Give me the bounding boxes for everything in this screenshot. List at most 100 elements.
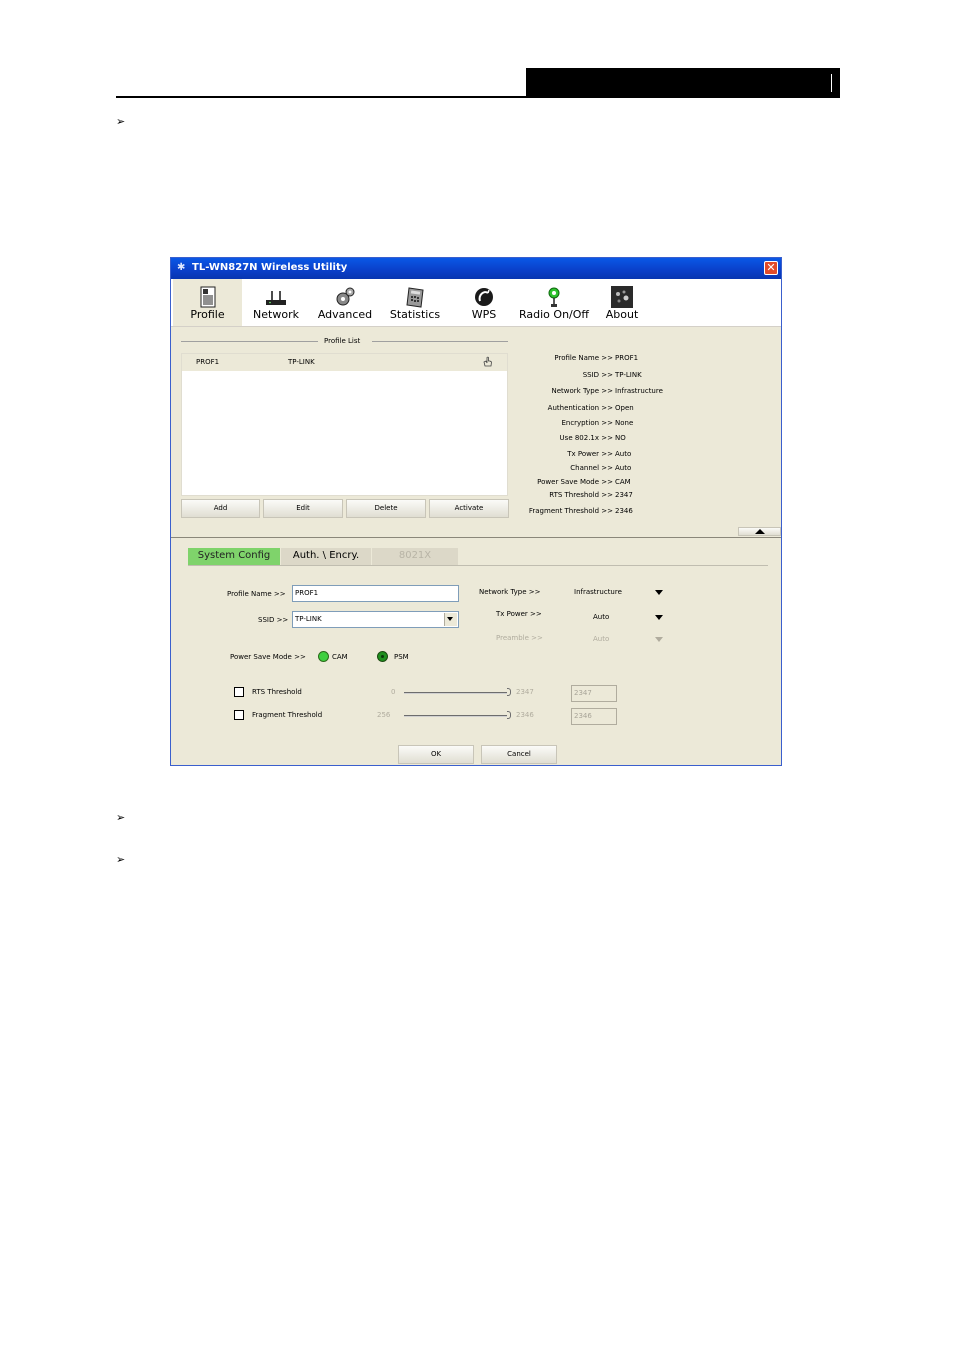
info-label: Use 802.1x >>	[559, 434, 613, 442]
ssid-combobox[interactable]: TP-LINK	[292, 611, 459, 628]
network-icon	[266, 291, 286, 305]
tab-underline	[188, 565, 768, 566]
cancel-button[interactable]: Cancel	[481, 745, 557, 764]
ssid-value: TP-LINK	[295, 615, 322, 623]
info-label: Network Type >>	[551, 387, 614, 395]
info-value: Auto	[615, 450, 632, 458]
fragment-max-label: 2346	[516, 711, 534, 719]
rts-max-label: 2347	[516, 688, 534, 696]
tx-power-label: Tx Power >>	[496, 610, 542, 618]
chevron-down-icon	[447, 617, 453, 621]
delete-button[interactable]: Delete	[346, 499, 426, 518]
chevron-down-icon[interactable]	[655, 615, 663, 620]
info-value: Infrastructure	[615, 387, 663, 395]
list-item[interactable]: PROF1 TP-LINK	[182, 354, 507, 371]
info-value: None	[615, 419, 634, 427]
network-type-label: Network Type >>	[479, 588, 541, 596]
rts-min-label: 0	[391, 688, 396, 696]
profile-list-heading: Profile List	[324, 337, 361, 345]
bullet-icon: ➢	[116, 115, 126, 128]
section-rule	[181, 341, 318, 342]
ssid-label: SSID >>	[258, 616, 289, 624]
advanced-icon	[336, 287, 355, 306]
cam-radio[interactable]	[318, 651, 329, 662]
tab-radio-on-off[interactable]: Radio On/Off	[513, 279, 595, 326]
rts-slider-thumb[interactable]	[507, 688, 511, 696]
tab-label: WPS	[471, 308, 497, 321]
add-button[interactable]: Add	[181, 499, 260, 518]
divider	[171, 537, 781, 538]
info-value: TP-LINK	[615, 371, 642, 379]
window-title: TL-WN827N Wireless Utility	[192, 262, 348, 273]
bullet-icon: ➢	[116, 853, 126, 866]
tab-about[interactable]: About	[595, 279, 649, 326]
activate-button[interactable]: Activate	[429, 499, 509, 518]
ssid-dropdown-button[interactable]	[444, 613, 457, 626]
fragment-min-label: 256	[377, 711, 391, 719]
chevron-down-icon[interactable]	[655, 590, 663, 595]
tab-profile[interactable]: Profile	[173, 279, 242, 326]
info-label: Fragment Threshold >>	[528, 507, 613, 515]
tab-wps[interactable]: WPS	[456, 279, 512, 326]
tab-label: Radio On/Off	[519, 308, 589, 321]
tab-label: About	[605, 308, 639, 321]
info-label: RTS Threshold >>	[549, 491, 613, 499]
app-icon: ✱	[177, 262, 186, 273]
tab-auth-encry[interactable]: Auth. \ Encry.	[281, 548, 371, 565]
close-button[interactable]: ✕	[764, 261, 778, 275]
radio-icon	[548, 287, 560, 307]
tab-advanced[interactable]: Advanced	[311, 279, 379, 326]
psm-radio[interactable]	[377, 651, 388, 662]
profile-name-field[interactable]: PROF1	[292, 585, 459, 602]
chevron-down-icon	[655, 637, 663, 642]
fragment-threshold-checkbox[interactable]	[234, 710, 244, 720]
section-rule	[372, 341, 508, 342]
power-save-mode-label: Power Save Mode >>	[230, 653, 306, 661]
rts-threshold-label: RTS Threshold	[252, 688, 302, 696]
ok-button[interactable]: OK	[398, 745, 474, 764]
info-value: Open	[615, 404, 634, 412]
tab-label: Profile	[190, 308, 225, 321]
header-bar-tick	[831, 74, 832, 92]
collapse-button[interactable]	[738, 527, 781, 536]
edit-button[interactable]: Edit	[263, 499, 343, 518]
tab-network[interactable]: Network	[243, 279, 309, 326]
tab-label: Advanced	[317, 308, 373, 321]
profile-ssid-cell: TP-LINK	[288, 358, 315, 366]
fragment-slider-track[interactable]	[404, 715, 507, 717]
triangle-up-icon	[755, 529, 765, 534]
tx-power-value[interactable]: Auto	[593, 613, 609, 622]
tab-label: Network	[253, 308, 299, 321]
title-bar: ✱ TL-WN827N Wireless Utility ✕	[171, 258, 781, 279]
active-hand-icon	[483, 356, 492, 367]
info-value: PROF1	[615, 354, 639, 362]
fragment-slider-thumb[interactable]	[507, 711, 511, 719]
info-label: Tx Power >>	[567, 450, 613, 458]
info-value: Auto	[615, 464, 632, 472]
info-label: SSID >>	[582, 371, 613, 379]
tab-8021x: 8021X	[372, 548, 458, 565]
info-label: Power Save Mode >>	[537, 478, 613, 486]
rts-threshold-checkbox[interactable]	[234, 687, 244, 697]
wps-icon	[475, 288, 493, 306]
rts-slider-track[interactable]	[404, 692, 507, 694]
about-icon	[611, 286, 633, 308]
header-rule	[116, 96, 840, 98]
bullet-icon: ➢	[116, 811, 126, 824]
fragment-value-field: 2346	[571, 708, 617, 725]
tab-statistics[interactable]: Statistics	[381, 279, 449, 326]
network-type-value[interactable]: Infrastructure	[574, 588, 622, 597]
rts-value-field: 2347	[571, 685, 617, 702]
profile-name-label: Profile Name >>	[227, 590, 286, 598]
info-value: 2346	[615, 507, 633, 515]
tab-label: Statistics	[389, 308, 441, 321]
header-bar	[526, 68, 840, 97]
cam-label: CAM	[332, 653, 348, 661]
info-value: CAM	[615, 478, 631, 486]
tab-system-config[interactable]: System Config	[188, 548, 280, 565]
psm-label: PSM	[394, 653, 409, 661]
info-value: NO	[615, 434, 626, 442]
info-label: Encryption >>	[561, 419, 613, 427]
utility-window: ✱ TL-WN827N Wireless Utility ✕ Profile N…	[170, 257, 782, 766]
profile-info-panel: Profile Name >> PROF1 SSID >> TP-LINK Ne…	[511, 354, 681, 519]
